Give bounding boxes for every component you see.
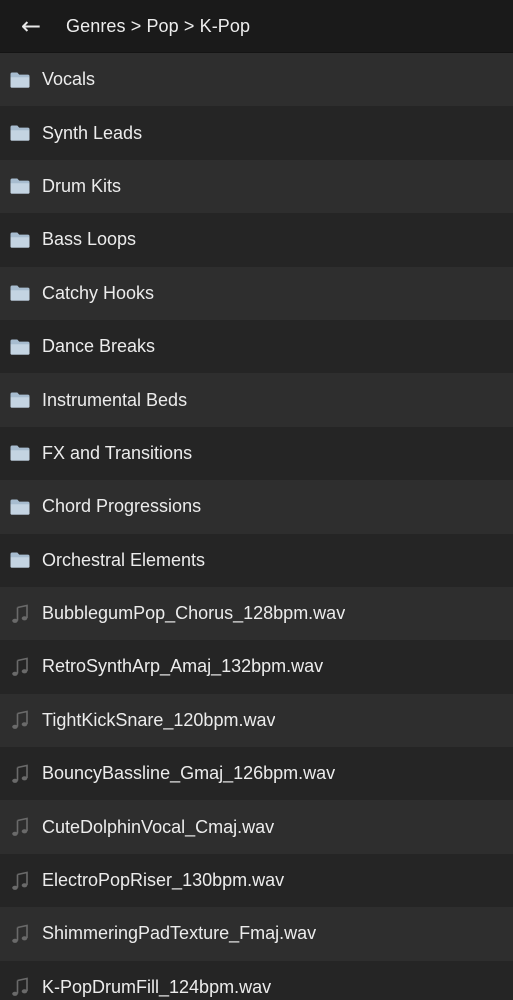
music-note-icon — [0, 976, 42, 998]
item-label: ElectroPopRiser_130bpm.wav — [42, 870, 285, 891]
music-note-icon — [0, 603, 42, 625]
music-note-icon — [0, 656, 42, 678]
item-label: ShimmeringPadTexture_Fmaj.wav — [42, 923, 317, 944]
folder-icon — [0, 124, 42, 142]
item-label: Instrumental Beds — [42, 389, 188, 410]
item-label: BouncyBassline_Gmaj_126bpm.wav — [42, 763, 336, 784]
folder-item[interactable]: Vocals — [0, 53, 513, 107]
folder-item[interactable]: Synth Leads — [0, 106, 513, 160]
item-label: BubblegumPop_Chorus_128bpm.wav — [42, 603, 346, 624]
item-label: RetroSynthArp_Amaj_132bpm.wav — [42, 656, 324, 677]
item-label: Drum Kits — [42, 175, 122, 196]
item-label: FX and Transitions — [42, 442, 193, 463]
header-bar: ← Genres > Pop > K-Pop — [0, 0, 513, 53]
audio-file-item[interactable]: BouncyBassline_Gmaj_126bpm.wav — [0, 747, 513, 801]
folder-item[interactable]: FX and Transitions — [0, 426, 513, 481]
folder-item[interactable]: Catchy Hooks — [0, 266, 513, 320]
music-note-icon — [0, 923, 42, 945]
folder-icon — [0, 71, 42, 89]
item-label: K-PopDrumFill_124bpm.wav — [42, 976, 272, 997]
music-note-icon — [0, 870, 42, 892]
folder-icon — [0, 231, 42, 249]
item-label: Vocals — [42, 69, 96, 90]
folder-icon — [0, 391, 42, 409]
music-note-icon — [0, 709, 42, 731]
item-label: Chord Progressions — [42, 496, 202, 517]
item-label: Dance Breaks — [42, 336, 156, 357]
folder-icon — [0, 444, 42, 462]
folder-icon — [0, 177, 42, 195]
folder-item[interactable]: Drum Kits — [0, 159, 513, 214]
audio-file-item[interactable]: ShimmeringPadTexture_Fmaj.wav — [0, 907, 513, 961]
folder-item[interactable]: Dance Breaks — [0, 319, 513, 374]
folder-icon — [0, 498, 42, 516]
back-arrow-icon[interactable]: ← — [10, 0, 52, 52]
folder-icon — [0, 338, 42, 356]
folder-icon — [0, 551, 42, 569]
music-note-icon — [0, 816, 42, 838]
music-note-icon — [0, 763, 42, 785]
item-label: CuteDolphinVocal_Cmaj.wav — [42, 816, 275, 837]
item-label: Synth Leads — [42, 122, 143, 143]
folder-item[interactable]: Instrumental Beds — [0, 373, 513, 427]
audio-file-item[interactable]: BubblegumPop_Chorus_128bpm.wav — [0, 586, 513, 641]
folder-item[interactable]: Chord Progressions — [0, 480, 513, 534]
audio-file-item[interactable]: RetroSynthArp_Amaj_132bpm.wav — [0, 640, 513, 694]
sample-browser: ← Genres > Pop > K-Pop Vocals Synth Lead… — [0, 0, 513, 1000]
item-label: Bass Loops — [42, 229, 137, 250]
folder-item[interactable]: Orchestral Elements — [0, 533, 513, 587]
file-list: Vocals Synth Leads Drum Kits Bass Loops … — [0, 53, 513, 1000]
folder-item[interactable]: Bass Loops — [0, 213, 513, 267]
item-label: TightKickSnare_120bpm.wav — [42, 709, 276, 730]
audio-file-item[interactable]: TightKickSnare_120bpm.wav — [0, 693, 513, 748]
audio-file-item[interactable]: CuteDolphinVocal_Cmaj.wav — [0, 800, 513, 854]
breadcrumb: Genres > Pop > K-Pop — [66, 15, 251, 36]
audio-file-item[interactable]: ElectroPopRiser_130bpm.wav — [0, 853, 513, 908]
folder-icon — [0, 284, 42, 302]
audio-file-item[interactable]: K-PopDrumFill_124bpm.wav — [0, 960, 513, 1000]
item-label: Orchestral Elements — [42, 549, 206, 570]
item-label: Catchy Hooks — [42, 282, 155, 303]
